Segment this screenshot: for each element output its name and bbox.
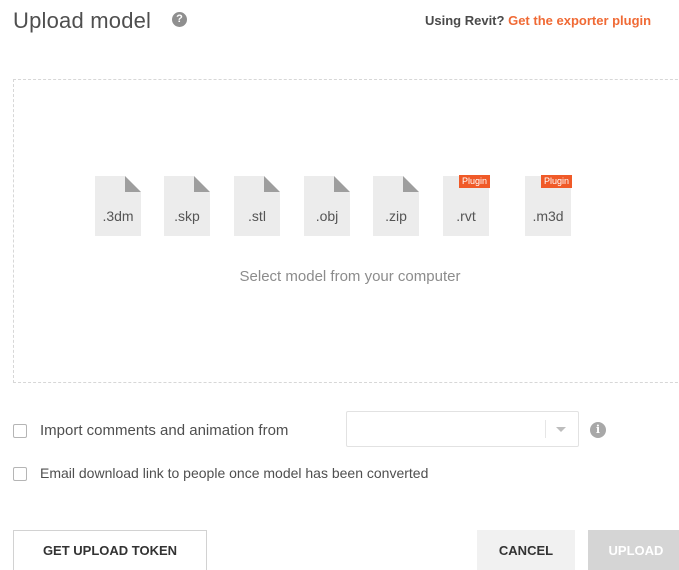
revit-exporter-note: Using Revit? Get the exporter plugin xyxy=(425,13,679,28)
import-comments-checkbox[interactable] xyxy=(13,424,27,438)
upload-model-dialog: Upload model ? Using Revit? Get the expo… xyxy=(0,0,679,570)
file-type-zip: .zip xyxy=(373,176,419,236)
info-icon[interactable]: i xyxy=(590,422,606,438)
chevron-down-icon xyxy=(556,427,566,432)
file-type-rvt: .rvt Plugin xyxy=(443,175,490,236)
get-upload-token-button[interactable]: GET UPLOAD TOKEN xyxy=(13,530,207,570)
file-extension: .skp xyxy=(174,208,200,224)
file-type-3dm: .3dm xyxy=(95,176,141,236)
file-extension: .stl xyxy=(248,208,266,224)
import-source-select[interactable] xyxy=(346,411,579,447)
file-icon xyxy=(194,176,210,192)
file-extension: .rvt xyxy=(456,208,476,224)
exporter-plugin-link[interactable]: Get the exporter plugin xyxy=(508,13,651,28)
plugin-badge: Plugin xyxy=(458,175,490,188)
cancel-button[interactable]: CANCEL xyxy=(477,530,575,570)
file-type-skp: .skp xyxy=(164,176,210,236)
file-icon xyxy=(334,176,350,192)
file-type-obj: .obj xyxy=(304,176,350,236)
file-type-m3d: .m3d Plugin xyxy=(525,175,572,236)
file-icon xyxy=(125,176,141,192)
file-extension: .obj xyxy=(315,208,339,224)
file-extension: .m3d xyxy=(532,208,564,224)
file-extension: .3dm xyxy=(102,208,134,224)
select-divider xyxy=(545,420,546,438)
upload-button[interactable]: UPLOAD xyxy=(588,530,679,570)
file-type-stl: .stl xyxy=(234,176,280,236)
revit-prompt: Using Revit? xyxy=(425,13,505,28)
select-model-prompt[interactable]: Select model from your computer xyxy=(0,268,679,285)
file-icon xyxy=(264,176,280,192)
help-icon[interactable]: ? xyxy=(172,12,187,27)
email-link-label: Email download link to people once model… xyxy=(40,465,429,481)
email-link-checkbox[interactable] xyxy=(13,467,27,481)
file-icon xyxy=(403,176,419,192)
import-comments-label: Import comments and animation from xyxy=(40,422,289,439)
plugin-badge: Plugin xyxy=(540,175,572,188)
page-title: Upload model xyxy=(13,8,152,33)
file-extension: .zip xyxy=(385,208,407,224)
